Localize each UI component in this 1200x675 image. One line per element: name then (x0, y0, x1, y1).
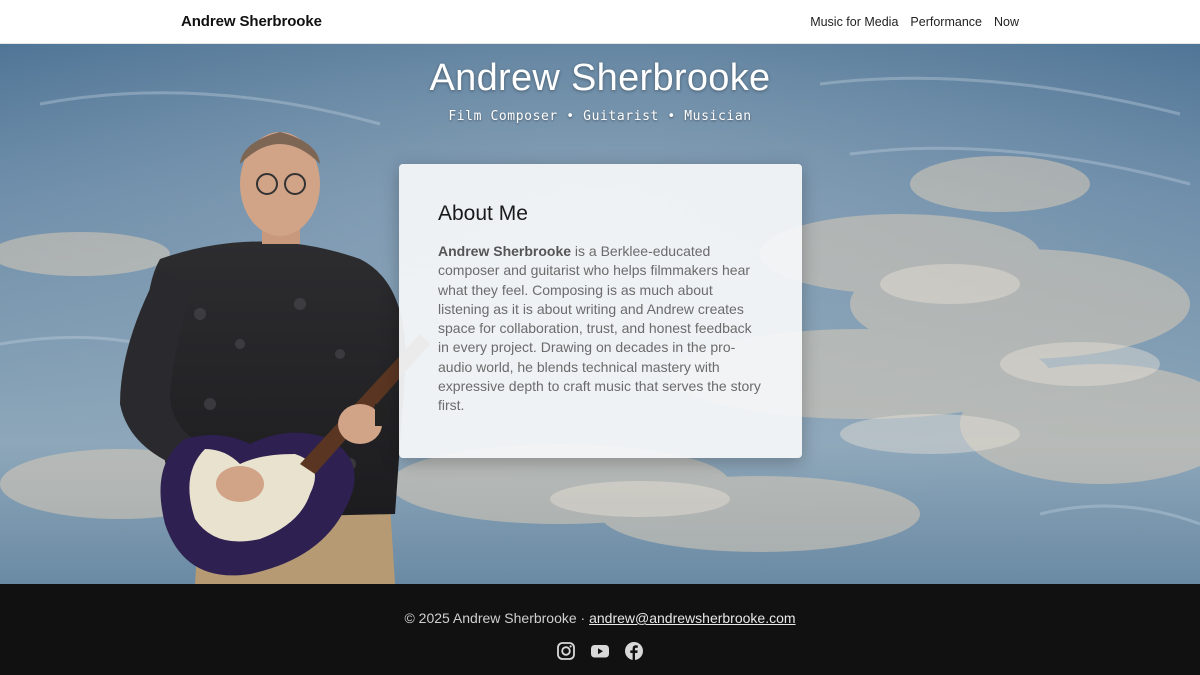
about-name: Andrew Sherbrooke (438, 243, 572, 259)
about-text: Andrew Sherbrooke is a Berklee-educated … (438, 242, 762, 416)
instagram-icon[interactable] (556, 641, 576, 661)
about-card: About Me Andrew Sherbrooke is a Berklee-… (399, 164, 802, 458)
footer-copyright-line: © 2025 Andrew Sherbrooke · andrew@andrew… (0, 610, 1200, 626)
social-links (0, 641, 1200, 661)
nav-link-performance[interactable]: Performance (910, 15, 982, 29)
hero-title: Andrew Sherbrooke (429, 57, 771, 99)
site-header: Andrew Sherbrooke Music for Media Perfor… (0, 0, 1200, 44)
email-link[interactable]: andrew@andrewsherbrooke.com (589, 610, 795, 626)
about-description: is a Berklee-educated composer and guita… (438, 243, 761, 414)
youtube-icon[interactable] (590, 641, 610, 661)
nav-link-now[interactable]: Now (994, 15, 1019, 29)
main-nav: Music for Media Performance Now (810, 15, 1019, 29)
hero-subtitle: Film Composer • Guitarist • Musician (448, 109, 752, 124)
hero-section: Andrew Sherbrooke Film Composer • Guitar… (0, 44, 1200, 584)
brand-link[interactable]: Andrew Sherbrooke (181, 13, 322, 30)
facebook-icon[interactable] (624, 641, 644, 661)
site-footer: © 2025 Andrew Sherbrooke · andrew@andrew… (0, 584, 1200, 675)
nav-link-music-for-media[interactable]: Music for Media (810, 15, 898, 29)
about-heading: About Me (438, 202, 528, 225)
copyright-text: © 2025 Andrew Sherbrooke · (404, 610, 590, 626)
